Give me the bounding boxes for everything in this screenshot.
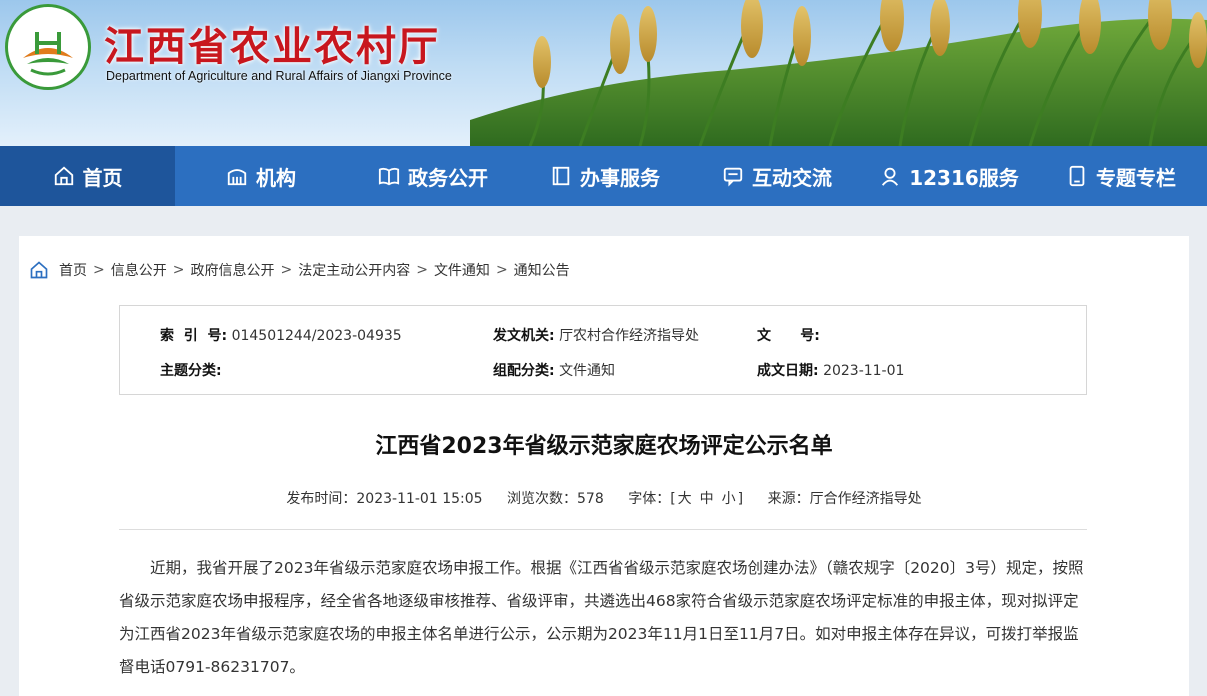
index-value: 014501244/2023-04935: [231, 328, 402, 344]
breadcrumb-separator: >: [280, 262, 293, 278]
breadcrumb-link[interactable]: 法定主动公开内容: [298, 260, 410, 280]
nav-label: 政务公开: [408, 165, 488, 190]
font-size-switcher: 字体：[大中小]: [628, 491, 743, 507]
document-info-box: 索 引 号: 014501244/2023-04935 发文机关: 厅农村合作经…: [119, 305, 1087, 395]
main-nav: 首页 机构 政务公开 办事服务 互动交流 12316服务 专题专栏: [0, 146, 1207, 206]
department-logo[interactable]: [5, 4, 91, 90]
publish-time: 发布时间：2023-11-01 15:05: [286, 491, 483, 507]
nav-label: 办事服务: [580, 165, 660, 190]
index-number: 索 引 号: 014501244/2023-04935: [160, 325, 402, 345]
nav-label: 互动交流: [752, 165, 832, 190]
article-source: 来源：厅合作经济指导处: [767, 491, 922, 507]
date-value: 2023-11-01: [823, 363, 905, 379]
nav-item-12316-service[interactable]: 12316服务: [863, 146, 1035, 206]
genre-value: 文件通知: [559, 363, 616, 379]
article-title: 江西省2023年省级示范家庭农场评定公示名单: [375, 434, 833, 459]
document-number: 文 号:: [757, 325, 820, 345]
breadcrumb-link[interactable]: 文件通知: [434, 260, 490, 280]
site-header: 江西省农业农村厅 Department of Agriculture and R…: [0, 0, 1207, 146]
nav-item-interaction[interactable]: 互动交流: [691, 146, 863, 206]
font-size-close: ]: [737, 491, 744, 507]
document-icon: [552, 166, 570, 186]
site-subtitle: Department of Agriculture and Rural Affa…: [106, 69, 452, 83]
nav-label: 首页: [82, 165, 123, 190]
nav-label: 专题专栏: [1096, 165, 1176, 190]
index-label: 索 引 号:: [160, 328, 228, 344]
nav-item-special-topics[interactable]: 专题专栏: [1035, 146, 1207, 206]
service-icon: [882, 167, 899, 186]
logo-emblem-icon: [12, 11, 84, 83]
home-icon[interactable]: [29, 260, 49, 280]
issuer-label: 发文机关:: [493, 328, 555, 344]
nav-item-home[interactable]: 首页: [0, 146, 175, 206]
breadcrumb-link[interactable]: 通知公告: [514, 260, 570, 280]
breadcrumb-link[interactable]: 政府信息公开: [190, 260, 274, 280]
home-icon: [54, 166, 73, 186]
breadcrumb-separator: >: [495, 262, 508, 278]
tablet-icon: [1069, 165, 1085, 187]
breadcrumb-link[interactable]: 信息公开: [111, 260, 167, 280]
divider: [119, 529, 1087, 530]
breadcrumb-separator: >: [416, 262, 428, 278]
font-size-large-button[interactable]: 大: [678, 491, 692, 507]
genre-label: 组配分类:: [493, 363, 555, 379]
article-container: 首页 > 信息公开 > 政府信息公开 > 法定主动公开内容 > 文件通知 > 通知公告 索…: [19, 236, 1189, 696]
font-size-label: 字体：[: [628, 491, 676, 507]
article-meta: 发布时间：2023-11-01 15:05 浏览次数：578 字体：[大中小] …: [19, 488, 1189, 508]
font-size-small-button[interactable]: 小: [722, 491, 736, 507]
book-icon: [378, 167, 400, 186]
breadcrumb-separator: >: [172, 262, 185, 278]
article-body: 近期，我省开展了2023年省级示范家庭农场申报工作。根据《江西省省级示范家庭农场…: [119, 559, 1084, 676]
topic-label: 主题分类:: [160, 363, 222, 379]
nav-label: 机构: [256, 165, 296, 190]
date-label: 成文日期:: [757, 363, 819, 379]
genre-category: 组配分类: 文件通知: [493, 360, 615, 380]
nav-item-services[interactable]: 办事服务: [519, 146, 691, 206]
rice-field-banner: [470, 0, 1207, 146]
docno-label: 文 号:: [757, 328, 820, 344]
breadcrumb-separator: >: [93, 262, 105, 278]
nav-label: 12316服务: [909, 165, 1019, 190]
written-date: 成文日期: 2023-11-01: [757, 360, 904, 380]
issuing-authority: 发文机关: 厅农村合作经济指导处: [493, 325, 699, 345]
topic-category: 主题分类:: [160, 360, 222, 380]
site-title: 江西省农业农村厅: [104, 24, 440, 70]
building-icon: [227, 169, 247, 186]
font-size-medium-button[interactable]: 中: [700, 491, 714, 507]
nav-item-government-affairs[interactable]: 政务公开: [347, 146, 519, 206]
breadcrumb: 首页 > 信息公开 > 政府信息公开 > 法定主动公开内容 > 文件通知 > 通知公告: [29, 260, 570, 280]
breadcrumb-link[interactable]: 首页: [59, 260, 87, 280]
issuer-value: 厅农村合作经济指导处: [559, 328, 700, 344]
view-count: 浏览次数：578: [507, 491, 604, 507]
nav-item-organization[interactable]: 机构: [175, 146, 347, 206]
chat-icon: [723, 167, 743, 187]
